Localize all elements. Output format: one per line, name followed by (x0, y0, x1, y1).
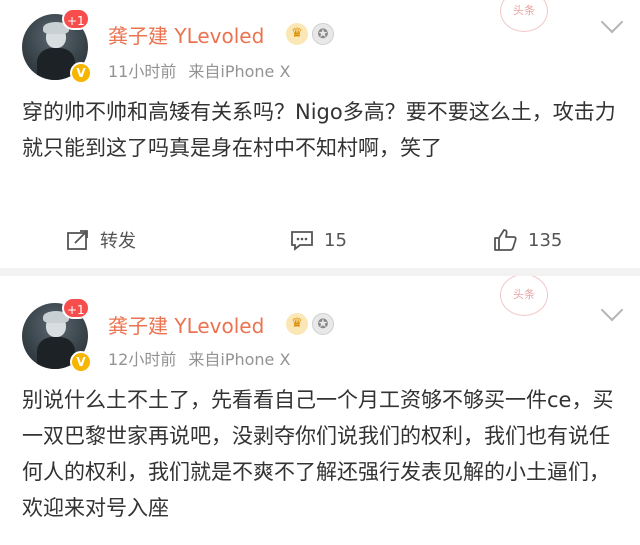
repost-label: 转发 (100, 231, 136, 252)
verified-icon: V (70, 351, 92, 373)
verified-icon: V (70, 62, 92, 84)
crown-vip-icon[interactable]: ♛ (286, 23, 308, 45)
stamp-decoration: 头条 (500, 0, 548, 32)
avatar-wrap[interactable]: +1 V (22, 8, 92, 84)
repost-icon (67, 230, 88, 250)
stamp-decoration: 头条 (500, 276, 548, 316)
post-source: 来自iPhone X (188, 62, 291, 81)
weibo-post-2: +1 V 龚子建 YLevoled ♛ ✪ 12小时前 来自iPhone X 头条… (0, 276, 640, 545)
post-source: 来自iPhone X (188, 350, 291, 369)
avatar-wrap[interactable]: +1 V (22, 297, 92, 373)
medal-icon[interactable]: ✪ (312, 313, 334, 335)
medal-icon[interactable]: ✪ (312, 23, 334, 45)
author-name[interactable]: 龚子建 YLevoled (108, 310, 264, 339)
comment-button[interactable]: 15 (290, 220, 347, 260)
thumbs-up-icon (494, 229, 517, 251)
chevron-down-icon[interactable] (600, 298, 624, 322)
comment-icon (291, 231, 313, 251)
post-meta: 12小时前 来自iPhone X (108, 346, 302, 370)
like-count: 135 (528, 229, 563, 251)
notification-badge: +1 (62, 8, 90, 30)
like-button[interactable]: 135 (492, 220, 562, 260)
crown-vip-icon[interactable]: ♛ (286, 313, 308, 335)
chevron-down-icon[interactable] (600, 10, 624, 34)
post-time: 11小时前 (108, 62, 177, 81)
post-actions: 转发 15 135 (0, 220, 640, 260)
comment-count: 15 (324, 229, 347, 251)
repost-button[interactable]: 转发 (66, 220, 136, 260)
post-text: 穿的帅不帅和高矮有关系吗？Nigo多高？要不要这么土，攻击力就只能到这了吗真是身… (22, 100, 616, 160)
post-text: 别说什么土不土了，先看看自己一个月工资够不够买一件ce，买一双巴黎世家再说吧，没… (22, 388, 614, 520)
notification-badge: +1 (62, 297, 90, 319)
post-time: 12小时前 (108, 350, 177, 369)
author-name[interactable]: 龚子建 YLevoled (108, 20, 264, 49)
weibo-post-1: +1 V 龚子建 YLevoled ♛ ✪ 11小时前 来自iPhone X 头条… (0, 0, 640, 268)
post-meta: 11小时前 来自iPhone X (108, 58, 302, 82)
